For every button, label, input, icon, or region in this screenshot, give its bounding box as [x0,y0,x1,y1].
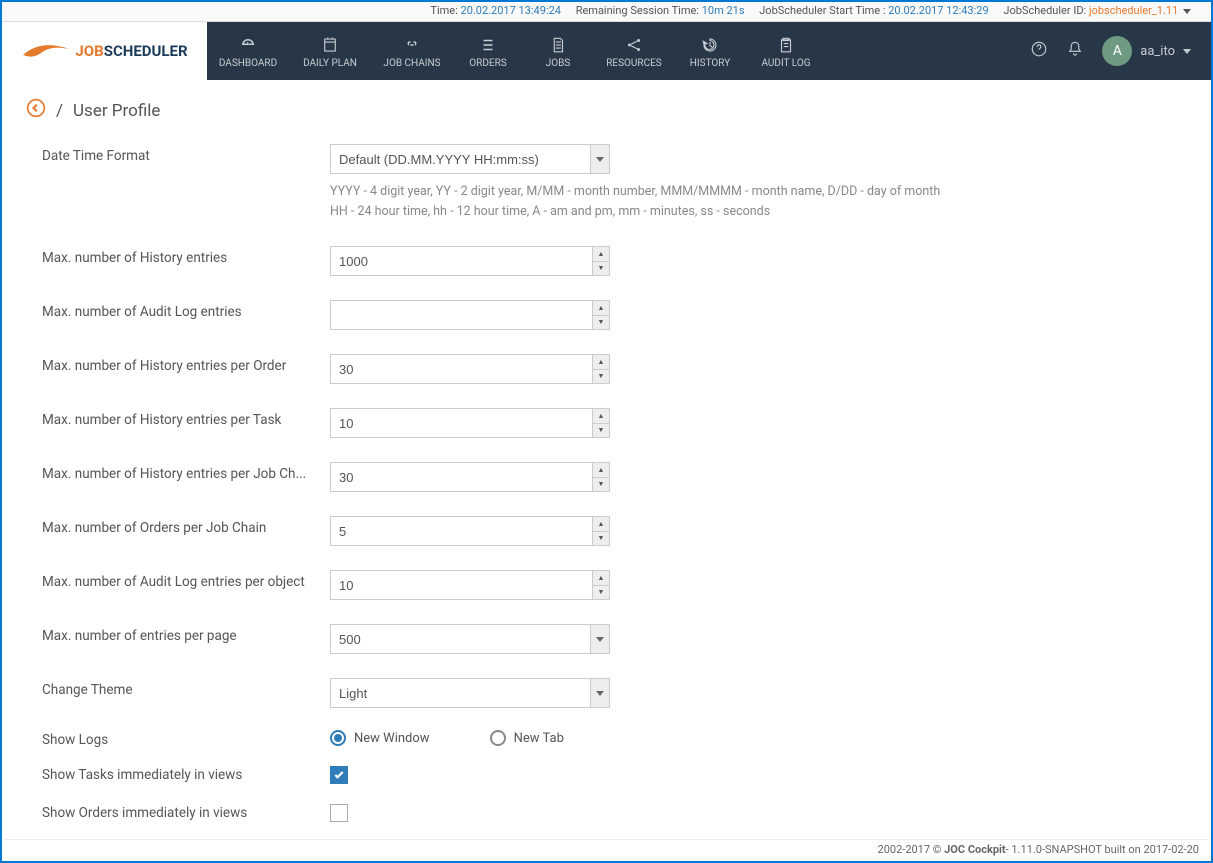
calendar-icon [321,36,339,54]
nav-audit-log[interactable]: AUDIT LOG [745,22,827,80]
showlogs-new-window-radio[interactable]: New Window [330,730,430,746]
remaining-label: Remaining Session Time: [576,4,699,17]
gauge-icon [239,36,257,54]
scheduler-id-value[interactable]: jobscheduler_1.11 [1089,4,1178,17]
max-hist-task-label: Max. number of History entries per Task [42,408,330,428]
nav-resources[interactable]: RESOURCES [593,22,675,80]
time-label: Time: [430,4,457,17]
show-orders-checkbox[interactable] [330,804,348,822]
spin-down[interactable]: ▼ [592,315,610,331]
breadcrumb: / User Profile [2,80,1211,133]
spin-up[interactable]: ▲ [592,570,610,585]
perpage-label: Max. number of entries per page [42,624,330,644]
perpage-select[interactable] [330,624,610,654]
dtf-hint1: YYYY - 4 digit year, YY - 2 digit year, … [330,182,1193,202]
spin-down[interactable]: ▼ [592,261,610,277]
spin-up[interactable]: ▲ [592,300,610,315]
max-history-input[interactable] [330,246,610,276]
scheduler-id-label: JobScheduler ID: [1003,4,1086,17]
start-time-label: JobScheduler Start Time : [759,4,885,17]
help-icon[interactable] [1030,40,1048,62]
showlogs-new-tab-radio[interactable]: New Tab [490,730,564,746]
clipboard-icon [777,36,795,54]
spin-up[interactable]: ▲ [592,462,610,477]
avatar: A [1102,36,1132,66]
main-navbar: JOBSCHEDULER DASHBOARD DAILY PLAN JOB CH… [2,22,1211,80]
dtf-select[interactable] [330,144,610,174]
max-hist-task-input[interactable] [330,408,610,438]
max-hist-jc-label: Max. number of History entries per Job C… [42,462,330,482]
scheduler-id-dropdown-icon[interactable] [1183,9,1191,14]
spin-up[interactable]: ▲ [592,408,610,423]
nav-orders[interactable]: ORDERS [453,22,523,80]
dtf-hint2: HH - 24 hour time, hh - 12 hour time, A … [330,202,1193,222]
check-icon [333,769,345,781]
max-audit-input[interactable] [330,300,610,330]
max-orders-jc-label: Max. number of Orders per Job Chain [42,516,330,536]
breadcrumb-sep: / [56,101,63,121]
max-history-label: Max. number of History entries [42,246,330,266]
history-icon [701,36,719,54]
spin-up[interactable]: ▲ [592,246,610,261]
share-icon [625,36,643,54]
spin-down[interactable]: ▼ [592,585,610,601]
spin-up[interactable]: ▲ [592,516,610,531]
max-audit-obj-input[interactable] [330,570,610,600]
footer: 2002-2017 © JOC Cockpit- 1.11.0-SNAPSHOT… [4,839,1209,859]
spin-down[interactable]: ▼ [592,369,610,385]
radio-checked-icon [330,730,346,746]
max-audit-obj-label: Max. number of Audit Log entries per obj… [42,570,330,590]
footer-product: JOC Cockpit [944,843,1006,856]
logo[interactable]: JOBSCHEDULER [2,22,207,80]
back-button[interactable] [26,98,46,123]
list-icon [479,36,497,54]
theme-select-caret[interactable] [590,678,610,708]
show-tasks-checkbox[interactable] [330,766,348,784]
time-value: 20.02.2017 13:49:24 [461,4,561,17]
nav-history[interactable]: HISTORY [675,22,745,80]
logo-icon [21,41,71,61]
spin-down[interactable]: ▼ [592,477,610,493]
show-tasks-label: Show Tasks immediately in views [42,767,330,783]
dtf-label: Date Time Format [42,144,330,164]
nav-daily-plan[interactable]: DAILY PLAN [289,22,371,80]
user-menu[interactable]: A aa_ito [1102,36,1191,66]
max-orders-jc-input[interactable] [330,516,610,546]
radio-unchecked-icon [490,730,506,746]
nav-jobs[interactable]: JOBS [523,22,593,80]
chain-icon [403,36,421,54]
page-title: User Profile [73,101,160,121]
max-hist-jc-input[interactable] [330,462,610,492]
nav-job-chains[interactable]: JOB CHAINS [371,22,453,80]
chevron-down-icon [1183,49,1191,54]
content-area: Date Time Format YYYY - 4 digit year, YY… [4,132,1193,833]
dtf-select-caret[interactable] [590,144,610,174]
logo-text: JOBSCHEDULER [75,42,187,60]
show-orders-label: Show Orders immediately in views [42,805,330,821]
theme-label: Change Theme [42,678,330,698]
theme-select[interactable] [330,678,610,708]
max-audit-label: Max. number of Audit Log entries [42,300,330,320]
user-name: aa_ito [1140,44,1175,59]
document-icon [549,36,567,54]
spin-down[interactable]: ▼ [592,423,610,439]
showlogs-label: Show Logs [42,728,330,748]
spin-down[interactable]: ▼ [592,531,610,547]
max-hist-order-input[interactable] [330,354,610,384]
nav-dashboard[interactable]: DASHBOARD [207,22,289,80]
spin-up[interactable]: ▲ [592,354,610,369]
bell-icon[interactable] [1066,40,1084,62]
start-time-value: 20.02.2017 12:43:29 [888,4,988,17]
remaining-value: 10m 21s [702,4,745,17]
max-hist-order-label: Max. number of History entries per Order [42,354,330,374]
perpage-select-caret[interactable] [590,624,610,654]
top-status-bar: Time: 20.02.2017 13:49:24 Remaining Sess… [2,2,1211,22]
